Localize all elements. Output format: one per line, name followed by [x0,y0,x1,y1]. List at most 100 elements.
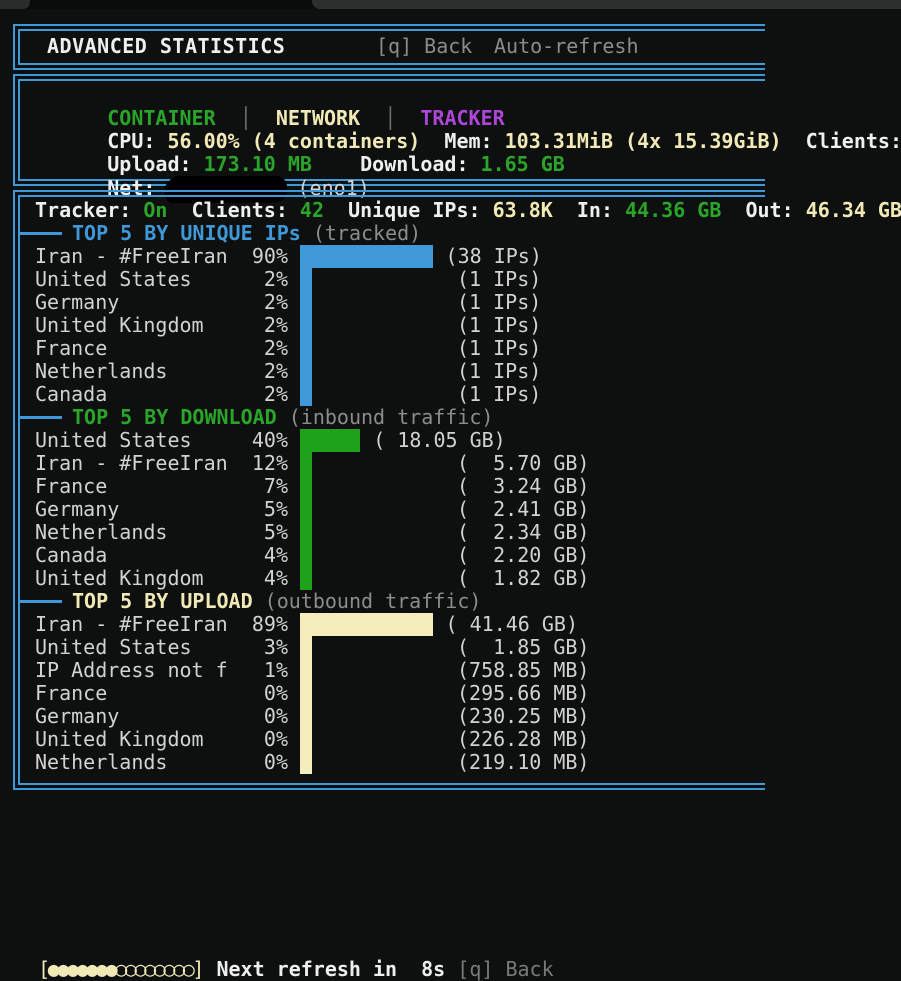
section-header: TOP 5 BY UPLOAD (outbound traffic) [20,590,765,613]
next-refresh-label: Next refresh in 8s [204,957,445,981]
section-subtitle: (inbound traffic) [277,405,494,429]
country-bar [300,245,433,268]
country-value: (226.28 MB) [457,728,589,751]
section-title: TOP 5 BY DOWNLOAD [72,405,277,429]
country-bar [300,268,312,291]
upload-value: 173.10 MB [204,152,312,176]
country-percent: 12% [208,452,288,475]
stat-row: Canada4%( 2.20 GB) [20,544,765,567]
stat-row: Iran - #FreeIran12% ( 5.70 GB) [20,452,765,475]
download-label: Download: [312,152,481,176]
country-percent: 90% [208,245,288,268]
country-value: (1 IPs) [457,383,541,406]
country-percent: 5% [208,521,288,544]
tab-separator: │ [216,106,276,130]
stat-row: United States2%(1 IPs) [20,268,765,291]
refresh-progress-indicator: [●●●●●●●○○○○○○○○] [38,957,204,981]
section-header: TOP 5 BY UNIQUE IPs (tracked) [20,222,765,245]
tracker-segment: In: [553,198,625,222]
country-percent: 4% [208,567,288,590]
section-subtitle: (outbound traffic) [253,589,482,613]
top5-sections: TOP 5 BY UNIQUE IPs (tracked)Iran - #Fre… [20,222,765,774]
country-name: United States [35,636,192,659]
country-value: (1 IPs) [457,314,541,337]
stat-row: Netherlands0%(219.10 MB) [20,751,765,774]
country-bar [300,291,312,314]
mem-value: 103.31MiB (4x 15.39GiB) [505,129,782,153]
title-bar-box: ADVANCED STATISTICS [q] Back Auto-refres… [13,24,765,70]
country-percent: 5% [208,498,288,521]
country-value: (295.66 MB) [457,682,589,705]
country-percent: 2% [208,268,288,291]
country-name: Iran - #FreeIran [35,245,228,268]
country-percent: 2% [208,291,288,314]
country-value: ( 3.24 GB) [457,475,589,498]
tracker-segment: Out: [721,198,805,222]
tracker-segment: 44.36 GB [625,198,721,222]
country-name: France [35,682,107,705]
summary-box: CONTAINER │ NETWORK │ TRACKER CPU: 56.00… [13,74,765,186]
country-bar [300,659,312,682]
country-name: Canada [35,383,107,406]
country-bar [300,498,312,521]
back-shortcut-bottom[interactable]: [q] Back [445,957,553,981]
stat-row: United States3%( 1.85 GB) [20,636,765,659]
auto-refresh-toggle[interactable]: Auto-refresh [494,35,639,58]
window-tab-bar [0,0,901,9]
stat-row: United Kingdom0% (226.28 MB) [20,728,765,751]
stat-row: France7%( 3.24 GB) [20,475,765,498]
country-bar [300,705,312,728]
country-bar [300,682,312,705]
stat-row: Netherlands5%( 2.34 GB) [20,521,765,544]
country-bar [300,337,312,360]
stat-row: Germany0%(230.25 MB) [20,705,765,728]
tab-container[interactable]: CONTAINER [107,106,215,130]
country-value: ( 18.05 GB) [373,429,505,452]
country-name: Iran - #FreeIran [35,452,228,475]
country-value: (38 IPs) [446,245,542,268]
country-value: ( 2.41 GB) [457,498,589,521]
tracker-segment: On [143,198,167,222]
country-percent: 0% [208,728,288,751]
country-name: Netherlands [35,521,167,544]
tracker-stats-box: Tracker: On Clients: 42 Unique IPs: 63.8… [13,190,765,790]
stat-row: Germany 2% (1 IPs) [20,291,765,314]
stat-row: IP Address not f1%(758.85 MB) [20,659,765,682]
country-bar [300,636,312,659]
country-value: ( 1.85 GB) [457,636,589,659]
stat-row: Germany5%( 2.41 GB) [20,498,765,521]
section-rule [20,416,62,419]
section-rule [20,600,62,603]
back-shortcut[interactable]: [q] Back [376,35,472,58]
country-percent: 7% [208,475,288,498]
window-tab-left-stub[interactable] [0,0,30,9]
country-name: Netherlands [35,751,167,774]
tab-tracker[interactable]: TRACKER [420,106,504,130]
tab-network[interactable]: NETWORK [276,106,360,130]
country-value: (1 IPs) [457,337,541,360]
country-bar [300,613,433,636]
country-value: (1 IPs) [457,268,541,291]
country-percent: 40% [208,429,288,452]
tracker-segment: Clients: [167,198,299,222]
country-value: (1 IPs) [457,291,541,314]
country-bar [300,360,312,383]
country-bar [300,544,312,567]
country-percent: 2% [208,314,288,337]
country-bar [300,475,312,498]
section-subtitle: (tracked) [301,221,421,245]
country-name: United Kingdom [35,728,204,751]
country-value: ( 5.70 GB) [457,452,589,475]
stat-row: France0%(295.66 MB) [20,682,765,705]
view-tabs: CONTAINER │ NETWORK │ TRACKER [35,84,765,107]
country-name: United Kingdom [35,314,204,337]
section-title: TOP 5 BY UPLOAD [72,589,253,613]
country-percent: 0% [208,751,288,774]
tracker-segment: 46.34 GB [806,198,901,222]
country-bar [300,567,312,590]
country-bar [300,429,360,452]
stat-row: France2%(1 IPs) [20,337,765,360]
window-tab-bar-right[interactable] [312,0,901,9]
stat-row: Canada2%(1 IPs) [20,383,765,406]
country-name: Germany [35,291,119,314]
